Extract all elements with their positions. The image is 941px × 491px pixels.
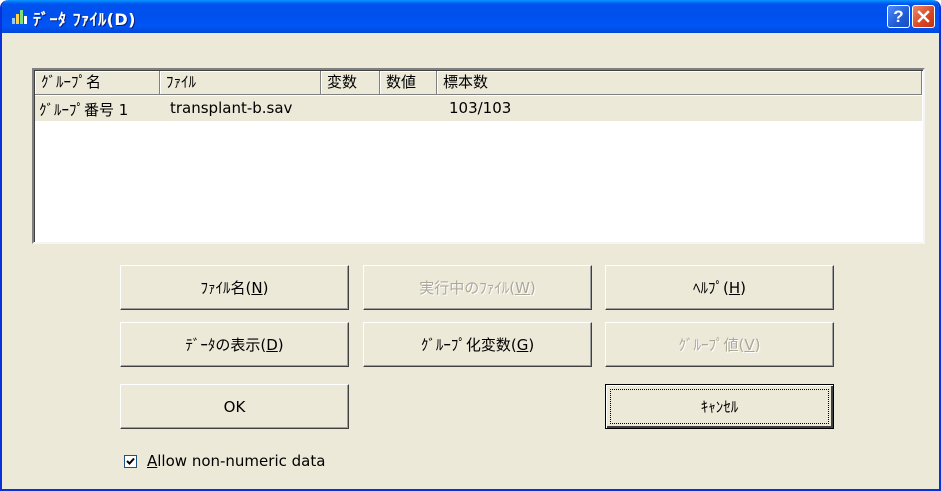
cancel-button[interactable]: ｷｬﾝｾﾙ <box>605 384 834 429</box>
ok-button-label: OK <box>223 397 246 416</box>
column-header-file[interactable]: ﾌｧｲﾙ <box>160 71 321 95</box>
close-button[interactable] <box>912 5 935 28</box>
help-button-label: ﾍﾙﾌﾟ(H) <box>693 279 746 297</box>
column-header-samples[interactable]: 標本数 <box>437 71 922 95</box>
column-header-numeric[interactable]: 数値 <box>380 71 437 95</box>
cancel-button-label: ｷｬﾝｾﾙ <box>700 398 739 416</box>
help-title-button[interactable]: ? <box>887 5 910 28</box>
show-data-button[interactable]: ﾃﾞｰﾀの表示(D) <box>120 322 349 367</box>
checkmark-icon <box>126 457 135 465</box>
filename-button[interactable]: ﾌｧｲﾙ名(N) <box>120 265 349 310</box>
filename-button-label: ﾌｧｲﾙ名(N) <box>200 279 269 297</box>
running-file-button: 実行中のﾌｧｲﾙ(W) <box>363 265 592 310</box>
allow-non-numeric-checkbox[interactable] <box>124 455 137 468</box>
ok-button[interactable]: OK <box>120 384 349 429</box>
close-icon <box>917 10 930 23</box>
data-file-dialog: ﾃﾞｰﾀ ﾌｧｲﾙ(D) ? ｸﾞﾙｰﾌﾟ名 ﾌｧｲﾙ 変数 数値 標本数 ｸﾞ… <box>0 0 941 491</box>
show-data-button-label: ﾃﾞｰﾀの表示(D) <box>185 336 284 354</box>
list-item[interactable]: ｸﾞﾙｰﾌﾟ番号 1 transplant-b.sav 103/103 <box>35 96 922 121</box>
grouping-variable-button-label: ｸﾞﾙｰﾌﾟ化変数(G) <box>420 336 535 354</box>
cell-group: ｸﾞﾙｰﾌﾟ番号 1 <box>39 101 129 119</box>
column-header-vars[interactable]: 変数 <box>321 71 380 95</box>
list-header: ｸﾞﾙｰﾌﾟ名 ﾌｧｲﾙ 変数 数値 標本数 <box>35 71 922 95</box>
cell-file: transplant-b.sav <box>170 99 293 117</box>
file-list[interactable]: ｸﾞﾙｰﾌﾟ名 ﾌｧｲﾙ 変数 数値 標本数 ｸﾞﾙｰﾌﾟ番号 1 transp… <box>32 68 925 244</box>
cell-samples: 103/103 <box>449 99 512 117</box>
window-title: ﾃﾞｰﾀ ﾌｧｲﾙ(D) <box>33 10 136 29</box>
group-value-button: ｸﾞﾙｰﾌﾟ値(V) <box>605 322 834 367</box>
running-file-button-label: 実行中のﾌｧｲﾙ(W) <box>419 279 536 297</box>
question-icon: ? <box>893 6 904 26</box>
app-icon <box>12 10 27 24</box>
help-button[interactable]: ﾍﾙﾌﾟ(H) <box>605 265 834 310</box>
title-bar[interactable]: ﾃﾞｰﾀ ﾌｧｲﾙ(D) ? <box>2 0 939 33</box>
group-value-button-label: ｸﾞﾙｰﾌﾟ値(V) <box>678 336 761 354</box>
allow-non-numeric-label[interactable]: Allow non-numeric data <box>147 452 325 470</box>
column-header-group[interactable]: ｸﾞﾙｰﾌﾟ名 <box>35 71 160 95</box>
grouping-variable-button[interactable]: ｸﾞﾙｰﾌﾟ化変数(G) <box>363 322 592 367</box>
